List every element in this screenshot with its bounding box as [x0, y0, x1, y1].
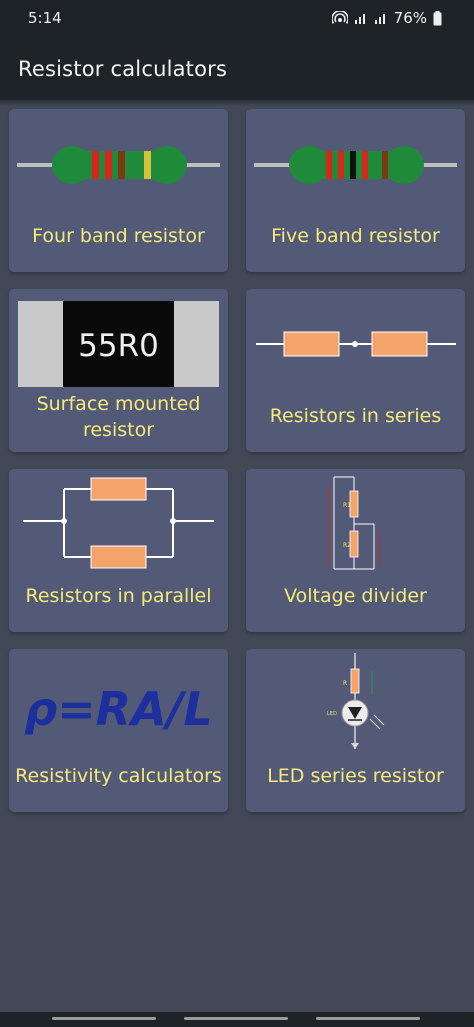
voltage-divider-icon: R1 R2	[328, 476, 380, 570]
status-bar: 5:14 76%	[0, 0, 474, 38]
app-bar: Resistor calculators	[0, 38, 474, 100]
signal-icon-2	[374, 14, 385, 24]
calculator-grid: Four band resistor Five band resistor 55…	[9, 109, 465, 812]
card-label: Voltage divider	[284, 585, 427, 607]
system-nav-bar	[0, 1012, 474, 1027]
nav-handle-right[interactable]	[316, 1017, 420, 1020]
five-band-resistor-icon	[254, 146, 457, 184]
battery-percent: 76%	[393, 9, 427, 27]
four-band-resistor-icon	[17, 146, 220, 184]
card-led-series-resistor[interactable]: R LED LED series resistor	[246, 649, 465, 812]
card-label: Resistivity calculators	[15, 765, 222, 787]
card-resistivity-calculators[interactable]: ρ=RA/L Resistivity calculators	[9, 649, 228, 812]
series-resistors-icon	[256, 331, 456, 357]
card-voltage-divider[interactable]: R1 R2 Voltage divider	[246, 469, 465, 632]
resistivity-formula: ρ=RA/L	[24, 682, 213, 736]
smd-code: 55R0	[78, 328, 159, 364]
app-bar-shadow	[0, 100, 474, 106]
resistivity-formula-icon: ρ=RA/L	[24, 682, 213, 736]
hotspot-icon	[331, 11, 348, 24]
card-five-band-resistor[interactable]: Five band resistor	[246, 109, 465, 272]
card-four-band-resistor[interactable]: Four band resistor	[9, 109, 228, 272]
led-series-resistor-icon: R LED	[327, 653, 385, 749]
app-title: Resistor calculators	[18, 57, 228, 81]
status-icons: 76%	[331, 9, 442, 27]
card-label: Four band resistor	[32, 225, 205, 247]
r2-label: R2	[343, 542, 351, 549]
led-label: LED	[327, 711, 337, 717]
status-time: 5:14	[28, 9, 62, 27]
smd-resistor-icon: 55R0	[18, 301, 219, 387]
r1-label: R1	[343, 502, 351, 509]
signal-icon	[354, 14, 365, 24]
card-label: LED series resistor	[267, 765, 444, 787]
card-label: Resistors in parallel	[25, 585, 212, 607]
card-resistors-in-parallel[interactable]: Resistors in parallel	[9, 469, 228, 632]
parallel-resistors-icon	[23, 477, 214, 569]
nav-handle-left[interactable]	[52, 1017, 156, 1020]
card-surface-mounted-resistor[interactable]: 55R0 Surface mounted resistor	[9, 289, 228, 452]
battery-icon	[433, 10, 442, 25]
nav-handle-center[interactable]	[184, 1017, 288, 1020]
card-resistors-in-series[interactable]: Resistors in series	[246, 289, 465, 452]
card-label: Surface mounted resistor	[36, 393, 201, 441]
card-label: Resistors in series	[269, 405, 442, 427]
led-r-label: R	[343, 680, 347, 687]
card-label: Five band resistor	[271, 225, 440, 247]
